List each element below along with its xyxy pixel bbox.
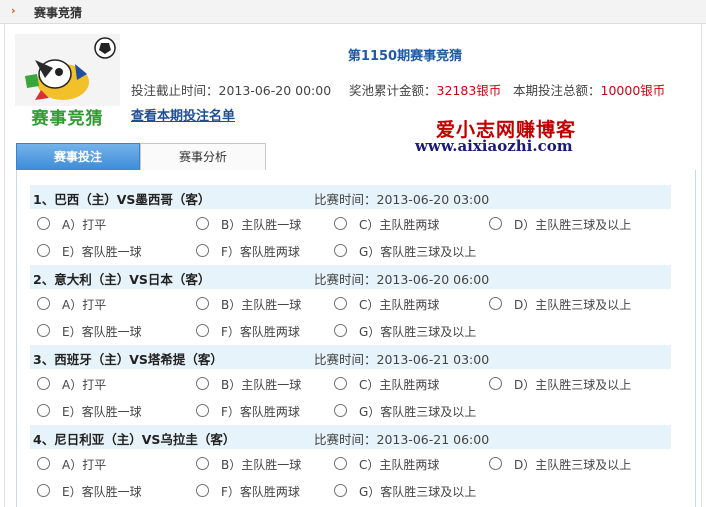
option-label: E）客队胜一球 [62, 245, 142, 259]
match-time: 比赛时间：2013-06-21 06:00 [314, 432, 490, 447]
option-label: D）主队胜三球及以上 [514, 378, 632, 392]
tab-betting[interactable]: 赛事投注 [16, 143, 140, 171]
option-label: D）主队胜三球及以上 [514, 458, 632, 472]
radio-button[interactable] [196, 377, 209, 390]
option-label: G）客队胜三球及以上 [359, 325, 477, 339]
match-header: 2、意大利（主）VS日本（客） 比赛时间：2013-06-20 06:00 [30, 265, 671, 289]
match-name: 2、意大利（主）VS日本（客） [33, 272, 211, 287]
radio-button[interactable] [196, 457, 209, 470]
radio-button[interactable] [37, 457, 50, 470]
radio-button[interactable] [196, 217, 209, 230]
tab-bar: 赛事投注 赛事分析 [16, 143, 696, 171]
radio-button[interactable] [334, 377, 347, 390]
radio-button[interactable] [196, 297, 209, 310]
radio-button[interactable] [37, 484, 50, 497]
option-label: F）客队胜两球 [221, 245, 300, 259]
radio-button[interactable] [489, 217, 502, 230]
radio-button[interactable] [37, 217, 50, 230]
option-label: A）打平 [62, 458, 107, 472]
match-time: 比赛时间：2013-06-20 06:00 [314, 272, 490, 287]
option-label: E）客队胜一球 [62, 325, 142, 339]
total-info: 本期投注总额：10000银币 [513, 80, 665, 99]
option-label: G）客队胜三球及以上 [359, 245, 477, 259]
option-label: C）主队胜两球 [359, 378, 440, 392]
radio-button[interactable] [37, 377, 50, 390]
pool-info: 奖池累计金额：32183银币 [349, 80, 501, 99]
option-label: F）客队胜两球 [221, 325, 300, 339]
match-name: 1、巴西（主）VS墨西哥（客） [33, 192, 211, 207]
issue-title: 第1150期赛事竞猜 [347, 49, 463, 64]
radio-button[interactable] [37, 244, 50, 257]
option-label: B）主队胜一球 [221, 218, 302, 232]
option-label: F）客队胜两球 [221, 485, 300, 499]
match-header: 1、巴西（主）VS墨西哥（客） 比赛时间：2013-06-20 03:00 [30, 185, 671, 209]
option-label: G）客队胜三球及以上 [359, 485, 477, 499]
radio-button[interactable] [196, 244, 209, 257]
radio-button[interactable] [196, 484, 209, 497]
radio-button[interactable] [196, 324, 209, 337]
option-label: B）主队胜一球 [221, 458, 302, 472]
option-label: B）主队胜一球 [221, 378, 302, 392]
logo-label: 赛事竞猜 [31, 109, 104, 129]
option-label: C）主队胜两球 [359, 458, 440, 472]
option-label: G）客队胜三球及以上 [359, 405, 477, 419]
deadline-info: 投注截止时间：2013-06-20 00:00 [131, 80, 331, 99]
option-label: D）主队胜三球及以上 [514, 298, 632, 312]
deadline-label: 投注截止时间： [131, 83, 219, 98]
mascot-icon [15, 34, 120, 106]
radio-button[interactable] [334, 297, 347, 310]
option-label: E）客队胜一球 [62, 485, 142, 499]
option-label: F）客队胜两球 [221, 405, 300, 419]
option-label: D）主队胜三球及以上 [514, 218, 632, 232]
option-label: A）打平 [62, 298, 107, 312]
radio-button[interactable] [334, 244, 347, 257]
match-name: 4、尼日利亚（主）VS乌拉圭（客） [33, 432, 236, 447]
tab-analysis[interactable]: 赛事分析 [140, 143, 266, 171]
radio-button[interactable] [334, 217, 347, 230]
radio-button[interactable] [334, 484, 347, 497]
option-label: C）主队胜两球 [359, 218, 440, 232]
logo: 赛事竞猜 [15, 34, 120, 129]
radio-button[interactable] [37, 324, 50, 337]
section-title: 赛事竞猜 [34, 6, 83, 20]
radio-button[interactable] [196, 404, 209, 417]
total-value: 10000银币 [600, 83, 666, 98]
option-label: B）主队胜一球 [221, 298, 302, 312]
bet-list-link[interactable]: 查看本期投注名单 [131, 105, 235, 124]
option-label: C）主队胜两球 [359, 298, 440, 312]
radio-button[interactable] [37, 297, 50, 310]
pool-label: 奖池累计金额： [349, 83, 437, 98]
option-label: A）打平 [62, 218, 107, 232]
match-header: 3、西班牙（主）VS塔希提（客） 比赛时间：2013-06-21 03:00 [30, 345, 671, 369]
match-time: 比赛时间：2013-06-21 03:00 [314, 352, 490, 367]
radio-button[interactable] [489, 457, 502, 470]
radio-button[interactable] [334, 324, 347, 337]
chevron-right-icon: › [11, 4, 16, 17]
total-label: 本期投注总额： [513, 83, 601, 98]
radio-button[interactable] [489, 297, 502, 310]
match-name: 3、西班牙（主）VS塔希提（客） [33, 352, 223, 367]
match-header: 4、尼日利亚（主）VS乌拉圭（客） 比赛时间：2013-06-21 06:00 [30, 425, 671, 449]
match-time: 比赛时间：2013-06-20 03:00 [314, 192, 490, 207]
option-label: E）客队胜一球 [62, 405, 142, 419]
pool-value: 32183银币 [436, 83, 502, 98]
option-label: A）打平 [62, 378, 107, 392]
radio-button[interactable] [489, 377, 502, 390]
section-header: › 赛事竞猜 [0, 0, 706, 24]
radio-button[interactable] [334, 404, 347, 417]
radio-button[interactable] [37, 404, 50, 417]
deadline-value: 2013-06-20 00:00 [218, 83, 332, 98]
radio-button[interactable] [334, 457, 347, 470]
